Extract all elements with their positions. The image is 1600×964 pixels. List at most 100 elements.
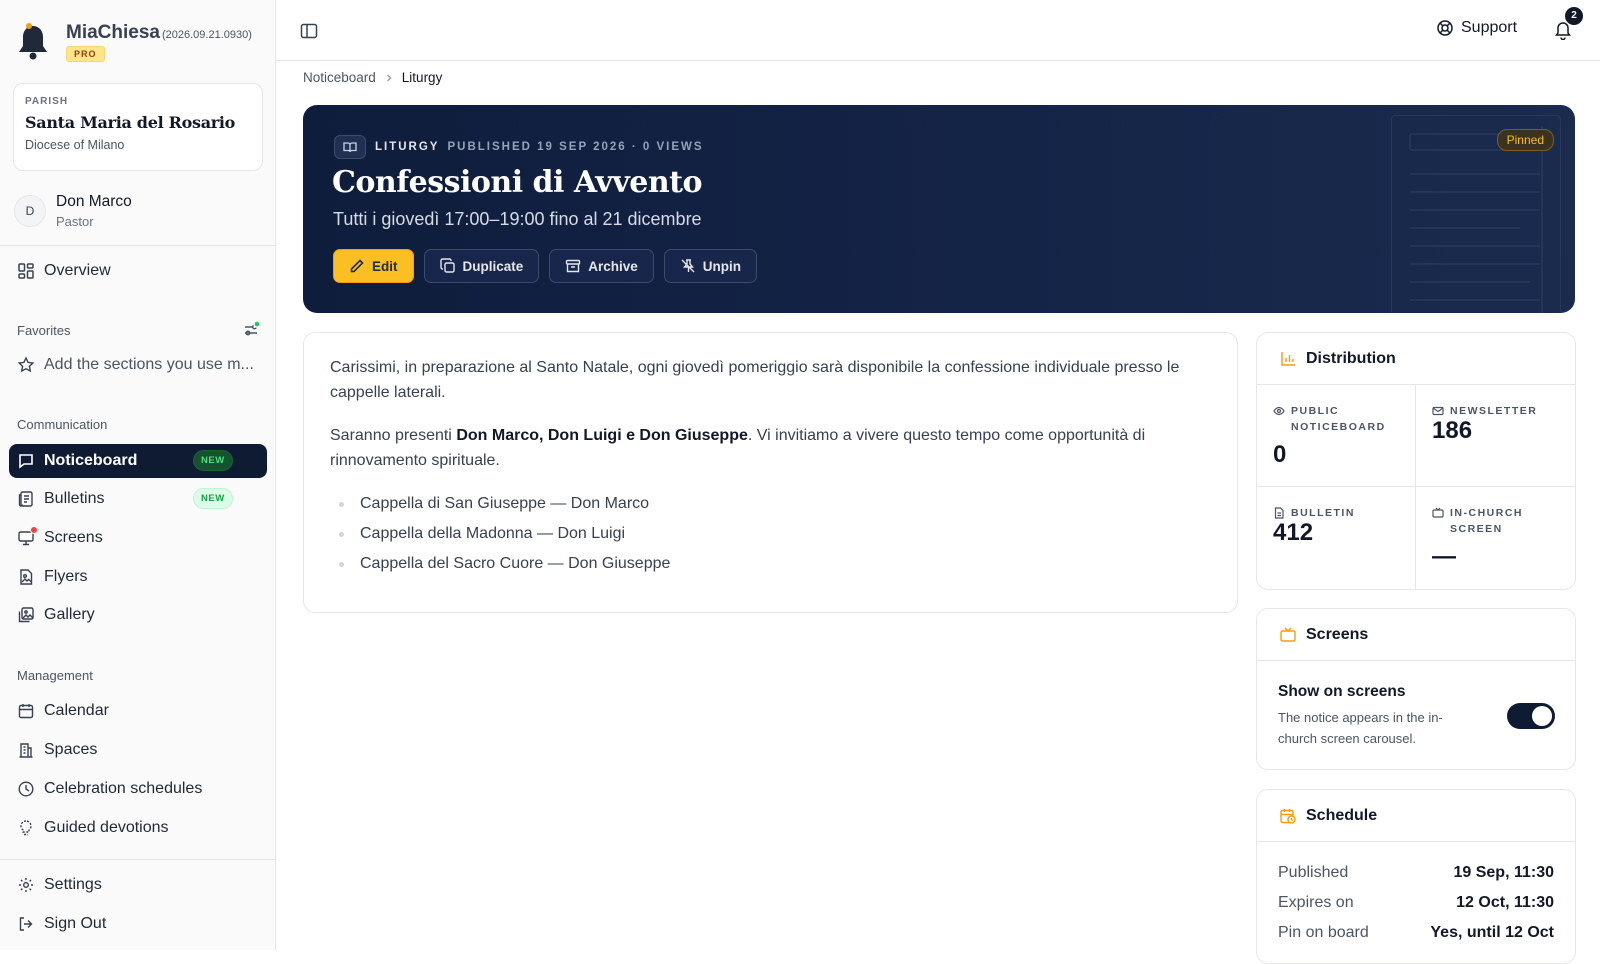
sidebar-item-noticeboard[interactable]: Noticeboard NEW — [9, 444, 267, 478]
new-badge: NEW — [193, 488, 233, 509]
duplicate-button[interactable]: Duplicate — [423, 249, 540, 283]
tv-icon — [1432, 507, 1444, 519]
eye-icon — [1273, 405, 1285, 417]
user-profile[interactable]: D Don Marco Pastor — [14, 191, 264, 231]
sidebar-item-label: Add the sections you use m... — [44, 356, 254, 373]
sidebar-item-label: Flyers — [44, 568, 88, 585]
bar-chart-icon — [1279, 350, 1297, 368]
notice-category: LITURGY — [375, 141, 440, 153]
sidebar-item-celebration-schedules[interactable]: Celebration schedules — [9, 772, 267, 806]
sidebar-item-label: Overview — [44, 262, 111, 279]
screens-title: Screens — [1306, 625, 1369, 643]
unpin-label: Unpin — [702, 258, 742, 274]
copy-icon — [439, 258, 456, 274]
schedule-title: Schedule — [1306, 806, 1378, 824]
distribution-card: Distribution PUBLIC NOTICEBOARD 0 NEWSLE… — [1256, 332, 1576, 590]
notice-actions: Edit Duplicate Archive Unpin — [333, 249, 758, 283]
schedule-card: Schedule Published 19 Sep, 11:30 Expires … — [1256, 789, 1576, 964]
notice-title: Confessioni di Avvento — [332, 165, 703, 200]
sidebar-item-label: Noticeboard — [44, 452, 138, 469]
chevron-right-icon — [384, 73, 394, 83]
favorites-empty-hint[interactable]: Add the sections you use m... — [9, 348, 267, 382]
sidebar-item-label: Bulletins — [44, 490, 105, 507]
archive-label: Archive — [588, 258, 638, 274]
sidebar-item-guided-devotions[interactable]: Guided devotions — [9, 811, 267, 845]
divider — [0, 245, 276, 246]
diocese-name: Diocese of Milano — [25, 138, 125, 152]
show-on-screens-toggle[interactable] — [1507, 703, 1555, 729]
stat-value: — — [1432, 543, 1456, 570]
parish-label: PARISH — [25, 96, 69, 107]
star-icon — [17, 356, 35, 374]
sidebar-item-screens[interactable]: Screens — [9, 521, 267, 555]
distribution-header: Distribution — [1257, 333, 1575, 385]
file-image-icon — [17, 568, 35, 586]
management-heading: Management — [17, 668, 93, 683]
toggle-sidebar-icon[interactable] — [299, 21, 319, 41]
customize-favorites-icon[interactable] — [242, 321, 260, 339]
alert-dot — [30, 526, 38, 534]
list-item: Cappella della Madonna — Don Luigi — [330, 519, 1211, 549]
parish-name: Santa Maria del Rosario — [25, 113, 236, 132]
sidebar-item-bulletins[interactable]: Bulletins NEW — [9, 482, 267, 516]
new-badge: NEW — [193, 450, 233, 471]
sidebar-item-flyers[interactable]: Flyers — [9, 560, 267, 594]
sidebar-item-settings[interactable]: Settings — [9, 868, 267, 902]
archive-button[interactable]: Archive — [549, 249, 654, 283]
stat-label: IN-CHURCH SCREEN — [1450, 507, 1523, 535]
list-item: Cappella di San Giuseppe — Don Marco — [330, 489, 1211, 519]
notification-count-badge: 2 — [1565, 7, 1583, 25]
sidebar-item-label: Sign Out — [44, 915, 107, 932]
monitor-icon — [17, 526, 38, 547]
sidebar-item-spaces[interactable]: Spaces — [9, 733, 267, 767]
edit-button[interactable]: Edit — [333, 249, 414, 283]
calendar-icon — [17, 702, 35, 720]
stat-label: PUBLIC NOTICEBOARD — [1291, 405, 1386, 433]
sidebar-item-label: Settings — [44, 876, 102, 893]
sidebar-item-label: Spaces — [44, 741, 98, 758]
sidebar-item-label: Screens — [44, 529, 103, 546]
clock-icon — [17, 780, 35, 798]
file-text-icon — [1273, 507, 1285, 519]
notice-hero: LITURGY PUBLISHED 19 SEP 2026 · 0 VIEWS … — [303, 105, 1575, 313]
sidebar-item-overview[interactable]: Overview — [9, 254, 267, 288]
pin-off-icon — [680, 258, 696, 274]
schedule-list: Published 19 Sep, 11:30 Expires on 12 Oct,… — [1257, 842, 1575, 948]
schedule-value: Yes, until 12 Oct — [1430, 924, 1554, 941]
gear-icon — [17, 876, 35, 894]
support-button[interactable]: Support — [1436, 19, 1517, 37]
unpin-button[interactable]: Unpin — [663, 249, 758, 283]
calendar-clock-icon — [1279, 807, 1297, 825]
stat-public-noticeboard: PUBLIC NOTICEBOARD 0 — [1257, 385, 1416, 487]
message-square-icon — [17, 452, 35, 470]
stat-newsletter: NEWSLETTER 186 — [1416, 385, 1575, 487]
notifications-bell-icon[interactable]: 2 — [1553, 7, 1583, 40]
notice-publish-meta: PUBLISHED 19 SEP 2026 · 0 VIEWS — [447, 141, 704, 153]
log-out-icon — [17, 915, 35, 933]
distribution-grid: PUBLIC NOTICEBOARD 0 NEWSLETTER 186 BULL… — [1257, 385, 1575, 589]
show-on-screens-description: The notice appears in the in-church scre… — [1278, 710, 1443, 746]
schedule-row: Pin on board Yes, until 12 Oct — [1257, 918, 1575, 948]
stat-value: 186 — [1432, 417, 1473, 444]
notice-meta: LITURGY PUBLISHED 19 SEP 2026 · 0 VIEWS — [334, 135, 704, 159]
schedule-value: 12 Oct, 11:30 — [1456, 894, 1554, 911]
app-name: MiaChiesa (2026.09.21.0930) — [66, 22, 252, 43]
building-icon — [17, 741, 35, 759]
divider — [0, 859, 276, 860]
sidebar-item-gallery[interactable]: Gallery — [9, 598, 267, 632]
user-role: Pastor — [56, 214, 94, 229]
breadcrumb: Noticeboard Liturgy — [303, 70, 442, 85]
sidebar-item-sign-out[interactable]: Sign Out — [9, 907, 267, 941]
sidebar: MiaChiesa (2026.09.21.0930) PRO PARISH Sa… — [0, 0, 276, 950]
schedule-key: Expires on — [1278, 894, 1354, 911]
bell-logo-icon — [16, 22, 50, 62]
show-on-screens-label: Show on screens — [1278, 683, 1406, 700]
parish-card[interactable]: PARISH Santa Maria del Rosario Diocese o… — [13, 83, 263, 171]
breadcrumb-link-noticeboard[interactable]: Noticeboard — [303, 70, 376, 85]
topbar: Support 2 — [276, 0, 1600, 61]
stat-in-church-screen: IN-CHURCH SCREEN — — [1416, 487, 1575, 589]
screens-card: Screens Show on screens The notice appea… — [1256, 608, 1576, 770]
pinned-badge: Pinned — [1496, 129, 1554, 151]
sidebar-item-calendar[interactable]: Calendar — [9, 694, 267, 728]
brand: MiaChiesa (2026.09.21.0930) PRO — [16, 20, 266, 64]
